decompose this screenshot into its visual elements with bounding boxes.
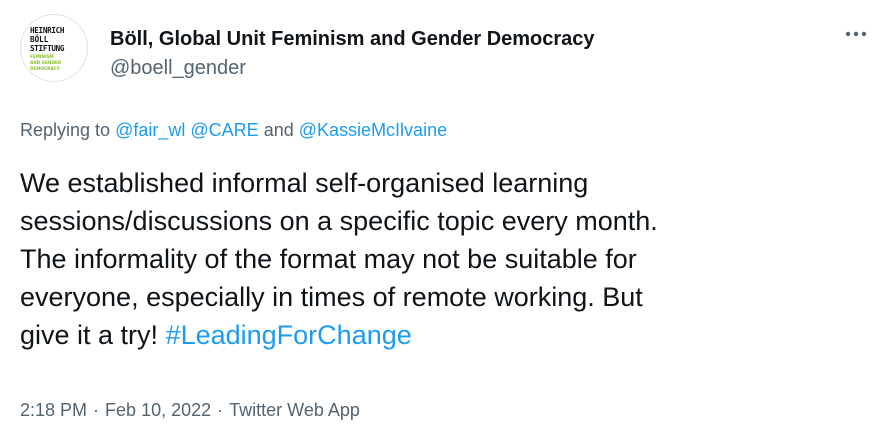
- avatar-logo-sub3: DEMOCRACY: [30, 65, 60, 71]
- avatar[interactable]: HEINRICH BÖLL STIFTUNG FEMINISM AND GEND…: [20, 14, 88, 82]
- tweet-time[interactable]: 2:18 PM: [20, 400, 87, 420]
- handle[interactable]: @boell_gender: [110, 55, 595, 81]
- avatar-logo-line2: BÖLL: [30, 34, 49, 44]
- tweet-text-line: everyone, especially in times of remote …: [20, 282, 643, 312]
- replying-prefix: Replying to: [20, 120, 111, 140]
- replying-conjunction: and: [263, 120, 294, 140]
- avatar-logo-sub1: FEMINISM: [30, 53, 54, 59]
- display-name[interactable]: Böll, Global Unit Feminism and Gender De…: [110, 26, 595, 52]
- tweet-text-line: The informality of the format may not be…: [20, 244, 637, 274]
- avatar-logo-sub2: AND GENDER: [30, 59, 62, 65]
- hashtag-link[interactable]: #LeadingForChange: [166, 320, 412, 350]
- replying-to: Replying to @fair_wl @CARE and @KassieMc…: [20, 118, 447, 142]
- tweet-meta: 2:18 PM · Feb 10, 2022 · Twitter Web App: [20, 398, 360, 422]
- mention-link[interactable]: @KassieMcIlvaine: [299, 120, 447, 140]
- ellipsis-icon: [845, 31, 867, 37]
- tweet-source[interactable]: Twitter Web App: [229, 400, 360, 420]
- avatar-logo-line1: HEINRICH: [30, 25, 65, 35]
- author-block: Böll, Global Unit Feminism and Gender De…: [110, 26, 595, 81]
- tweet-text-line: give it a try!: [20, 320, 159, 350]
- tweet-text: We established informal self-organised l…: [20, 164, 870, 354]
- more-options-button[interactable]: [838, 22, 874, 46]
- meta-separator: ·: [93, 400, 100, 420]
- meta-separator: ·: [217, 400, 224, 420]
- tweet-date[interactable]: Feb 10, 2022: [105, 400, 211, 420]
- tweet-text-line: We established informal self-organised l…: [20, 168, 589, 198]
- mention-link[interactable]: @fair_wl: [115, 120, 185, 140]
- tweet-text-last-line: give it a try! #LeadingForChange: [20, 316, 870, 354]
- tweet-card: HEINRICH BÖLL STIFTUNG FEMINISM AND GEND…: [0, 0, 888, 444]
- tweet-text-line: sessions/discussions on a specific topic…: [20, 206, 658, 236]
- avatar-logo-line3: STIFTUNG: [30, 43, 65, 53]
- mention-link[interactable]: @CARE: [190, 120, 258, 140]
